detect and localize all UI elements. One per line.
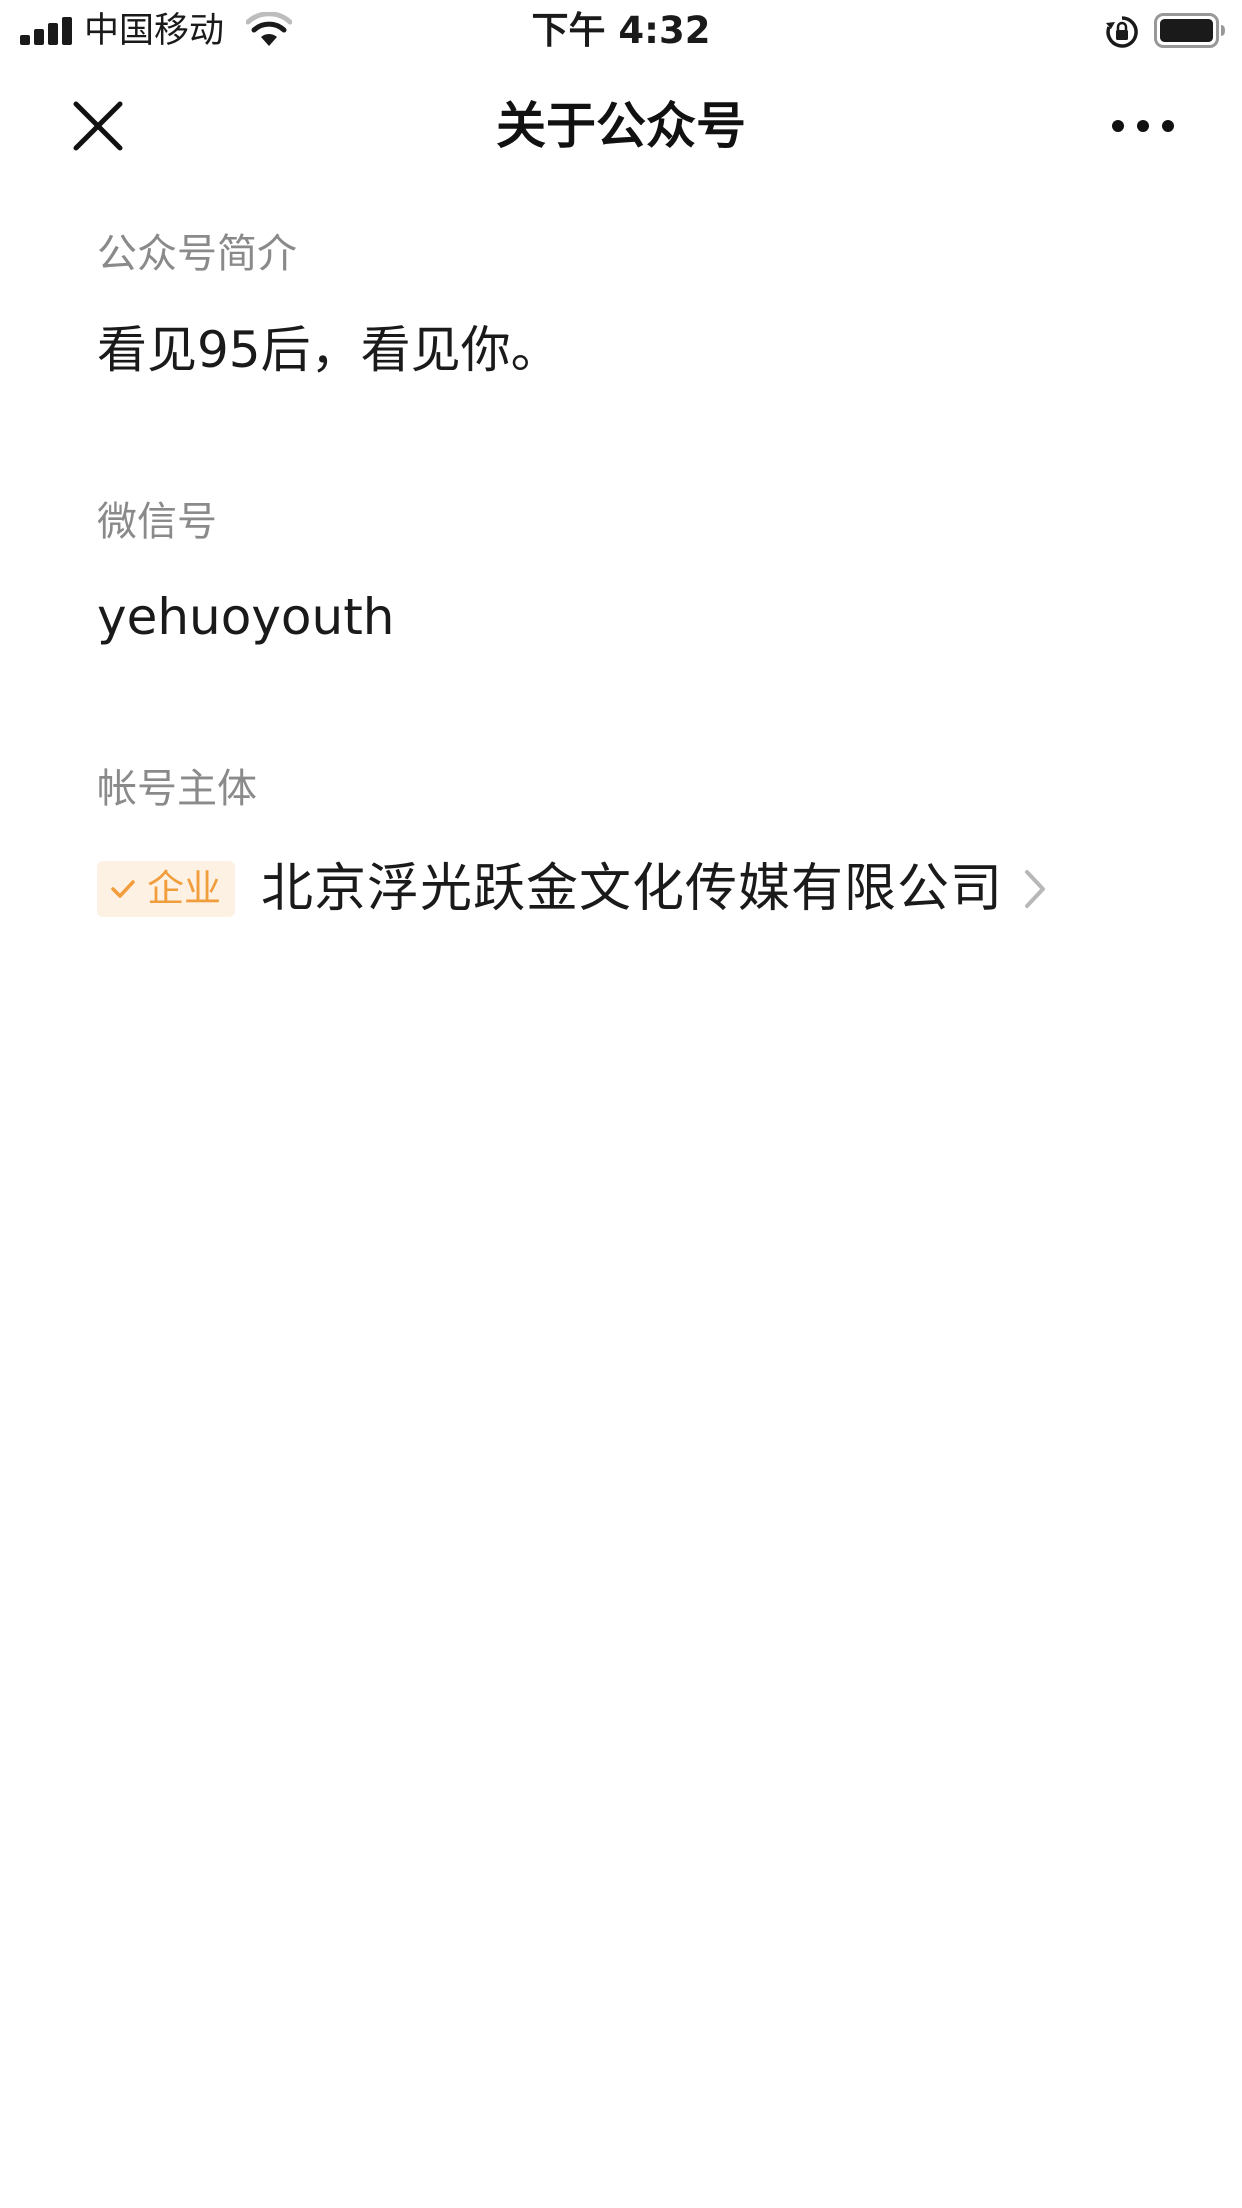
entity-name: 北京浮光跃金文化传媒有限公司: [261, 859, 1004, 919]
check-icon: [111, 880, 135, 898]
entity-row[interactable]: 企业 北京浮光跃金文化传媒有限公司: [97, 854, 1049, 924]
nav-bar: 关于公众号: [0, 62, 1242, 190]
badge-label: 企业: [147, 867, 221, 910]
wechat-id-value: yehuoyouth: [97, 588, 395, 646]
status-bar: 中国移动 下午 4:32: [0, 0, 1242, 62]
entity-label: 帐号主体: [97, 766, 257, 812]
enterprise-badge: 企业: [97, 861, 235, 917]
chevron-right-icon: [1025, 870, 1046, 908]
orientation-lock-icon: [1106, 16, 1138, 48]
intro-label: 公众号简介: [97, 231, 297, 277]
battery-icon: [1154, 13, 1225, 48]
status-time: 下午 4:32: [531, 9, 711, 52]
page-title: 关于公众号: [496, 97, 746, 155]
wechat-id-label: 微信号: [97, 499, 217, 545]
intro-value: 看见95后，看见你。: [97, 321, 561, 379]
more-icon[interactable]: [1108, 104, 1178, 148]
about-official-account-screen: 中国移动 下午 4:32 关于公众号 公众号简介 看见95后，看见你。 微信号 …: [0, 0, 1242, 2208]
